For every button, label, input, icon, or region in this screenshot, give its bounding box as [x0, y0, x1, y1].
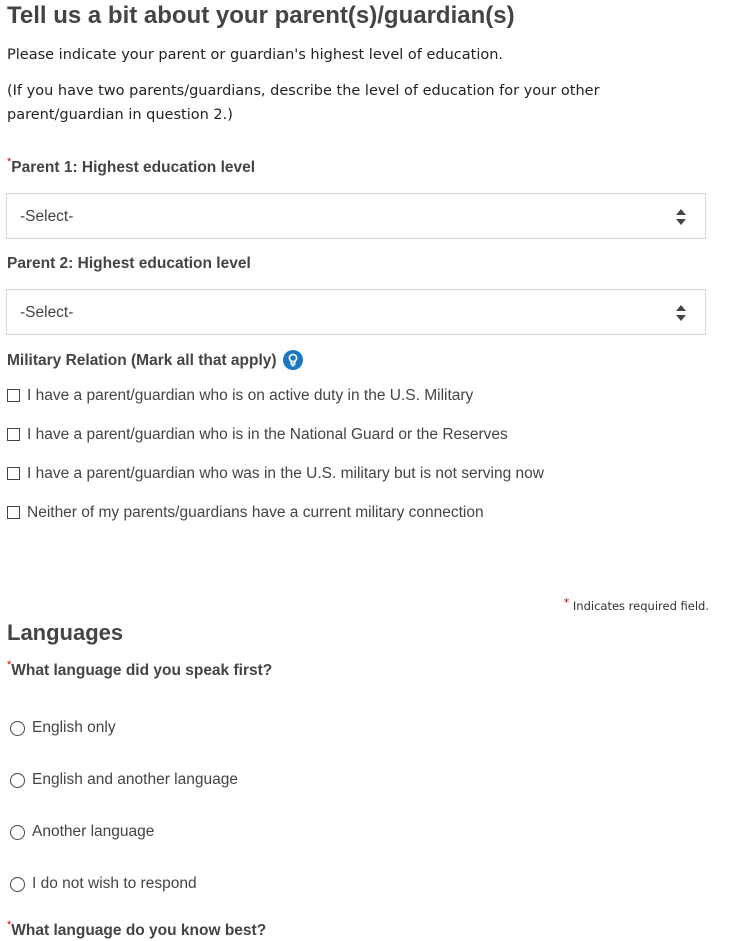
radio-button[interactable]: [10, 825, 25, 840]
checkbox-label: I have a parent/guardian who is in the N…: [27, 426, 508, 443]
checkbox[interactable]: [7, 389, 20, 402]
note-text: (If you have two parents/guardians, desc…: [7, 83, 600, 123]
radio-label: I do not wish to respond: [32, 875, 197, 892]
best-language-label: *What language do you know best?: [7, 919, 267, 940]
select-arrows-icon: [676, 209, 686, 225]
parent2-label: Parent 2: Highest education level: [7, 255, 251, 272]
parent2-select-value: -Select-: [20, 304, 74, 321]
first-language-label-text: What language did you speak first?: [11, 662, 273, 679]
checkbox[interactable]: [7, 467, 20, 480]
required-asterisk: *: [7, 156, 12, 168]
required-field-note: * Indicates required field.: [563, 596, 709, 613]
checkbox[interactable]: [7, 428, 20, 441]
intro-text: Please indicate your parent or guardian'…: [7, 47, 504, 63]
required-note-text: Indicates required field.: [572, 599, 709, 613]
languages-section-title: Languages: [7, 620, 124, 645]
parent1-select-value: -Select-: [20, 208, 74, 225]
select-arrows-icon: [676, 305, 686, 321]
radio-button[interactable]: [10, 877, 25, 892]
checkbox-label: I have a parent/guardian who is on activ…: [27, 387, 474, 404]
radio-button[interactable]: [10, 721, 25, 736]
checkbox-label: Neither of my parents/guardians have a c…: [27, 504, 484, 521]
parent1-education-select[interactable]: -Select-: [6, 193, 706, 239]
help-bulb-icon[interactable]: [282, 350, 303, 370]
best-language-label-text: What language do you know best?: [11, 922, 267, 939]
radio-label: English and another language: [32, 771, 238, 788]
parent1-label-text: Parent 1: Highest education level: [11, 159, 256, 176]
military-relation-label-text: Military Relation (Mark all that apply): [7, 352, 277, 370]
checkbox-label: I have a parent/guardian who was in the …: [27, 465, 544, 482]
military-relation-label: Military Relation (Mark all that apply): [7, 350, 303, 371]
required-asterisk: *: [563, 596, 570, 609]
page-title: Tell us a bit about your parent(s)/guard…: [7, 2, 515, 29]
checkbox[interactable]: [7, 506, 20, 519]
required-asterisk: *: [7, 919, 12, 931]
radio-label: Another language: [32, 823, 155, 840]
parent2-education-select[interactable]: -Select-: [6, 289, 706, 335]
radio-button[interactable]: [10, 773, 25, 788]
required-asterisk: *: [7, 659, 12, 671]
first-language-label: *What language did you speak first?: [7, 659, 273, 680]
radio-label: English only: [32, 719, 116, 736]
parent1-label: *Parent 1: Highest education level: [7, 156, 256, 177]
